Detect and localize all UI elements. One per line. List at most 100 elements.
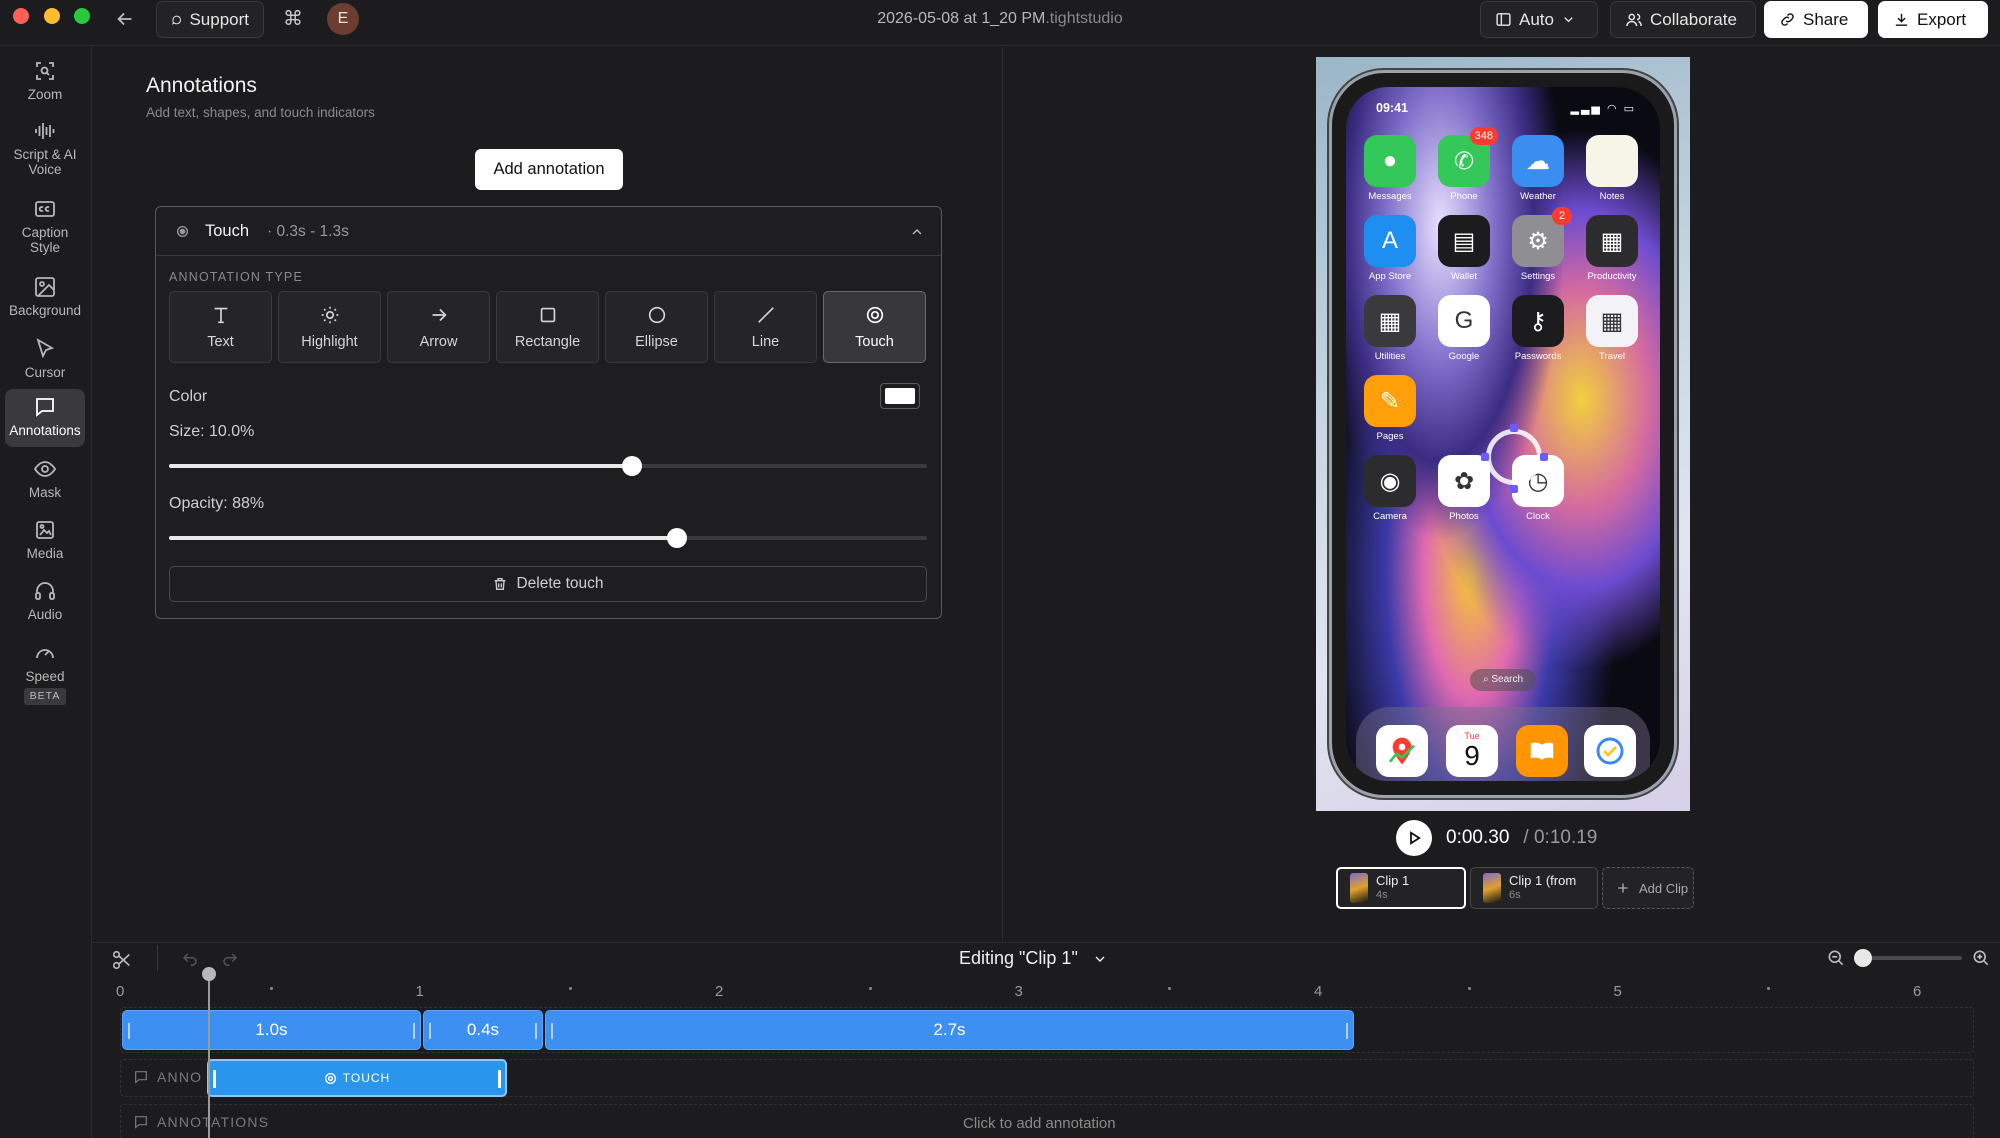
clip-2-preview: [1483, 873, 1501, 903]
annotation-card: Touch · 0.3s - 1.3s ANNOTATION TYPE Text…: [155, 206, 942, 619]
add-annotation-button[interactable]: Add annotation: [475, 149, 623, 190]
type-line-button[interactable]: Line: [714, 291, 817, 363]
type-ellipse-button[interactable]: Ellipse: [605, 291, 708, 363]
type-touch-button[interactable]: Touch: [823, 291, 926, 363]
type-arrow-button[interactable]: Arrow: [387, 291, 490, 363]
clip-segment-1[interactable]: 1.0s: [122, 1010, 421, 1050]
opacity-slider-thumb[interactable]: [666, 528, 687, 548]
type-text-button[interactable]: Text: [169, 291, 272, 363]
zoom-icon: [36, 62, 54, 80]
redo-icon[interactable]: [221, 951, 239, 969]
sidebar-item-audio[interactable]: Audio: [5, 573, 85, 629]
sidebar-item-background[interactable]: Background: [5, 269, 85, 325]
camera-icon: ◉: [1364, 455, 1416, 507]
export-button[interactable]: Export: [1878, 1, 1988, 38]
annotation-track-1-text: ANNO: [157, 1069, 203, 1085]
messages-icon: ●: [1364, 135, 1416, 187]
command-icon[interactable]: ⌘: [282, 8, 304, 30]
gauge-icon: [36, 649, 54, 659]
touch-clip-left-grip[interactable]: [213, 1070, 216, 1088]
collaborate-button[interactable]: Collaborate: [1610, 1, 1756, 38]
click-to-add-annotation[interactable]: Click to add annotation: [963, 1115, 1116, 1132]
ruler-minor-tick: [1767, 987, 1771, 990]
touch-annotation-clip[interactable]: TOUCH: [207, 1059, 507, 1097]
clip-2-name: Clip 1 (from: [1509, 873, 1577, 888]
sidebar-label-mask: Mask: [28, 485, 62, 500]
size-slider-thumb[interactable]: [622, 456, 643, 476]
type-rectangle-button[interactable]: Rectangle: [496, 291, 599, 363]
sidebar-item-mask[interactable]: Mask: [5, 451, 85, 507]
clip-thumbnail-1[interactable]: Clip 1 4s: [1336, 867, 1466, 909]
color-swatch[interactable]: [880, 383, 920, 409]
editing-clip-dropdown[interactable]: Editing "Clip 1": [959, 948, 1108, 969]
timeline-zoom-slider[interactable]: [1854, 949, 1962, 967]
export-label: Export: [1917, 9, 1967, 29]
sidebar-label-annotations: Annotations: [9, 423, 81, 438]
type-highlight-button[interactable]: Highlight: [278, 291, 381, 363]
sidebar-item-annotations[interactable]: Annotations: [5, 389, 85, 447]
annotation-card-header[interactable]: Touch · 0.3s - 1.3s: [156, 207, 941, 256]
clip-thumbnail-2[interactable]: Clip 1 (from 6s: [1470, 867, 1598, 909]
opacity-slider[interactable]: [169, 528, 927, 548]
touch-handle-bottom[interactable]: [1510, 485, 1518, 493]
sidebar-item-script-ai-voice[interactable]: Script & AI Voice: [5, 113, 85, 183]
add-clip-button[interactable]: Add Clip: [1602, 867, 1694, 909]
chevron-up-icon[interactable]: [909, 224, 925, 240]
photos-icon: ✿: [1438, 455, 1490, 507]
minimize-window-button[interactable]: [44, 8, 60, 24]
chat-icon: [36, 398, 54, 417]
playhead-handle[interactable]: [202, 967, 216, 981]
clip-segment-2[interactable]: 0.4s: [423, 1010, 543, 1050]
avatar[interactable]: E: [327, 3, 359, 35]
sidebar-label-speed: Speed: [25, 669, 65, 684]
phone-mockup: 09:41 ▂▃▅ ◠ ▭ ● Messages ✆ 348 Phone ☁ Weather…: [1332, 73, 1674, 795]
chat-icon: [135, 1116, 147, 1129]
caption-icon: [35, 201, 55, 217]
preview-canvas[interactable]: 09:41 ▂▃▅ ◠ ▭ ● Messages ✆ 348 Phone ☁ Weather…: [1316, 57, 1690, 811]
zoom-window-button[interactable]: [74, 8, 90, 24]
text-icon: [214, 307, 227, 324]
auto-label: Auto: [1519, 9, 1554, 29]
delete-touch-button[interactable]: Delete touch: [169, 566, 927, 602]
annotation-track-2-label: ANNOTATIONS: [133, 1114, 269, 1130]
layout-auto-dropdown[interactable]: Auto: [1480, 1, 1598, 38]
notification-badge: 348: [1469, 127, 1498, 145]
sidebar-item-speed[interactable]: Speed BETA: [5, 635, 85, 713]
app-label: Notes: [1599, 191, 1625, 202]
zoom-slider-thumb[interactable]: [1854, 949, 1872, 967]
touch-indicator[interactable]: [1486, 429, 1542, 485]
touch-icon: [866, 306, 883, 324]
settings-icon: ⚙ 2: [1512, 207, 1572, 267]
ruler-minor-tick: [269, 987, 273, 990]
share-button[interactable]: Share: [1764, 1, 1868, 38]
play-button[interactable]: [1396, 820, 1432, 856]
weather-icon: ☁: [1512, 135, 1564, 187]
app-label: App Store: [1368, 271, 1412, 282]
support-button[interactable]: Support: [156, 1, 264, 38]
app-label: Passwords: [1514, 351, 1562, 362]
undo-icon[interactable]: [181, 951, 199, 969]
sun-icon: [321, 306, 338, 324]
clip-segment-3[interactable]: 2.7s: [545, 1010, 1354, 1050]
size-slider[interactable]: [169, 456, 927, 476]
zoom-in-icon[interactable]: [1971, 948, 1991, 968]
scissors-icon[interactable]: [111, 949, 133, 971]
back-arrow-icon[interactable]: [114, 8, 140, 30]
zoom-out-icon[interactable]: [1826, 948, 1846, 968]
touch-handle-top[interactable]: [1510, 424, 1518, 432]
sidebar-item-caption-style[interactable]: Caption Style: [5, 191, 85, 261]
sidebar-item-media[interactable]: Media: [5, 512, 85, 568]
sidebar-item-zoom[interactable]: Zoom: [5, 53, 85, 107]
clip-1-info: Clip 1 4s: [1376, 873, 1409, 903]
sidebar-item-cursor[interactable]: Cursor: [5, 331, 85, 387]
app-utilities: ▦ Utilities: [1362, 295, 1418, 362]
touch-handle-right[interactable]: [1540, 453, 1548, 461]
app-label: Clock: [1526, 511, 1550, 522]
books-icon: [1516, 725, 1568, 777]
sidebar-label-background: Background: [8, 303, 82, 318]
pages-icon: ✎: [1364, 375, 1416, 427]
touch-clip-right-grip[interactable]: [498, 1070, 501, 1088]
clip-1-preview: [1350, 873, 1368, 903]
close-window-button[interactable]: [13, 8, 29, 24]
touch-handle-left[interactable]: [1481, 453, 1489, 461]
